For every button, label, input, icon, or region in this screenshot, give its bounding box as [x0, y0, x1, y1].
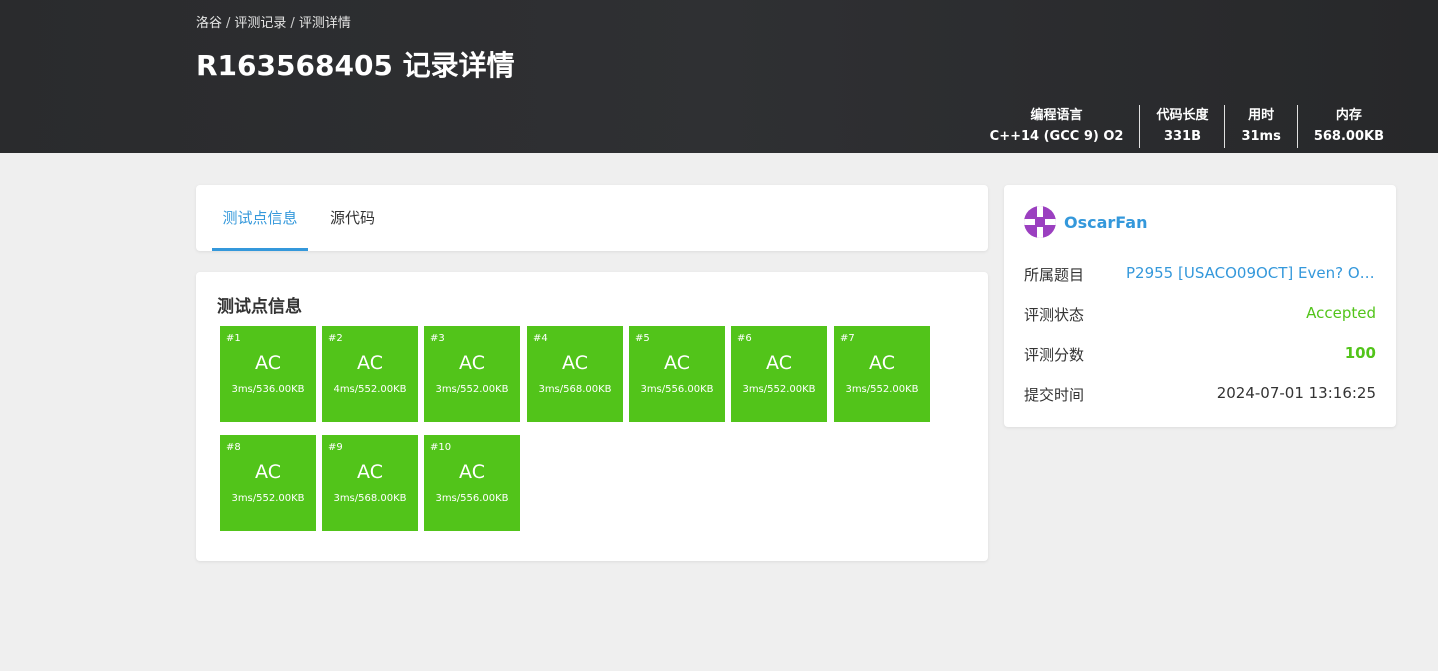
breadcrumb: 洛谷 / 评测记录 / 评测详情 — [196, 12, 351, 31]
breadcrumb-separator: / — [226, 16, 231, 31]
testcase-number: #2 — [328, 333, 343, 344]
testcase-status: AC — [357, 461, 383, 483]
page-header: 洛谷 / 评测记录 / 评测详情 R163568405 记录详情 编程语言 C++14 … — [0, 0, 1438, 153]
score-value: 100 — [1344, 344, 1376, 362]
info-label: 提交时间 — [1024, 386, 1085, 404]
testcase-tile[interactable]: #4 AC 3ms/568.00KB — [527, 326, 623, 422]
testcase-number: #3 — [430, 333, 445, 344]
tab-testcases[interactable]: 测试点信息 — [212, 185, 308, 251]
status-value: Accepted — [1306, 304, 1376, 322]
testcase-tile[interactable]: #10 AC 3ms/556.00KB — [424, 435, 520, 531]
testcase-tile[interactable]: #7 AC 3ms/552.00KB — [834, 326, 930, 422]
breadcrumb-current[interactable]: 评测详情 — [299, 16, 351, 31]
problem-link[interactable]: P2955 [USACO09OCT] Even? Odd? G — [1126, 264, 1376, 282]
record-info-card: OscarFan 所属题目 P2955 [USACO09OCT] Even? O… — [1004, 185, 1396, 427]
testcase-info: 3ms/552.00KB — [435, 384, 509, 395]
stat-value: 31ms — [1241, 128, 1281, 144]
testcase-info: 3ms/556.00KB — [640, 384, 714, 395]
info-row-submit-time: 提交时间 2024-07-01 13:16:25 — [1024, 384, 1376, 408]
stat-label: 代码长度 — [1156, 107, 1209, 123]
testcase-info: 3ms/552.00KB — [231, 493, 305, 504]
testcase-info: 3ms/556.00KB — [435, 493, 509, 504]
testcase-number: #7 — [840, 333, 855, 344]
stat-label: 编程语言 — [1030, 107, 1083, 123]
username-link[interactable]: OscarFan — [1064, 213, 1147, 232]
testcase-number: #4 — [533, 333, 548, 344]
testcase-status: AC — [255, 461, 281, 483]
testcase-status: AC — [459, 461, 485, 483]
page-title: R163568405 记录详情 — [196, 49, 515, 82]
stat-memory: 内存 568.00KB — [1296, 105, 1400, 148]
info-row-score: 评测分数 100 — [1024, 344, 1376, 368]
testcase-tile[interactable]: #2 AC 4ms/552.00KB — [322, 326, 418, 422]
testcase-info: 3ms/552.00KB — [742, 384, 816, 395]
tabs-card: 测试点信息 源代码 — [196, 185, 988, 251]
testcase-info: 3ms/568.00KB — [538, 384, 612, 395]
stat-value: 568.00KB — [1313, 128, 1384, 144]
testcase-status: AC — [664, 352, 690, 374]
testcase-info: 3ms/552.00KB — [845, 384, 919, 395]
testcase-tile[interactable]: #6 AC 3ms/552.00KB — [731, 326, 827, 422]
testcase-status: AC — [357, 352, 383, 374]
testcase-status: AC — [766, 352, 792, 374]
testcase-status: AC — [255, 352, 281, 374]
info-row-problem: 所属题目 P2955 [USACO09OCT] Even? Odd? G — [1024, 264, 1376, 288]
testcase-tile[interactable]: #3 AC 3ms/552.00KB — [424, 326, 520, 422]
info-row-status: 评测状态 Accepted — [1024, 304, 1376, 328]
stat-language: 编程语言 C++14 (GCC 9) O2 — [974, 105, 1140, 148]
testcase-number: #8 — [226, 442, 241, 453]
testcase-number: #6 — [737, 333, 752, 344]
testcase-status: AC — [869, 352, 895, 374]
info-label: 评测状态 — [1024, 306, 1085, 324]
testcase-tile[interactable]: #8 AC 3ms/552.00KB — [220, 435, 316, 531]
testcase-number: #5 — [635, 333, 650, 344]
breadcrumb-separator: / — [290, 16, 295, 31]
testcases-card: 测试点信息 #1 AC 3ms/536.00KB #2 AC 4ms/552.0… — [196, 272, 988, 561]
stat-time: 用时 31ms — [1224, 105, 1296, 148]
avatar-pattern — [1037, 227, 1043, 238]
testcases-title: 测试点信息 — [217, 297, 302, 317]
testcase-number: #10 — [430, 442, 452, 453]
breadcrumb-home[interactable]: 洛谷 — [196, 16, 222, 31]
breadcrumb-records[interactable]: 评测记录 — [234, 16, 286, 31]
testcase-info: 4ms/552.00KB — [333, 384, 407, 395]
avatar-pattern — [1037, 206, 1043, 217]
avatar-pattern — [1045, 219, 1056, 225]
testcase-info: 3ms/568.00KB — [333, 493, 407, 504]
avatar-pattern — [1024, 219, 1035, 225]
info-label: 所属题目 — [1024, 266, 1085, 284]
testcase-number: #9 — [328, 442, 343, 453]
testcase-number: #1 — [226, 333, 241, 344]
user-avatar-icon[interactable] — [1024, 206, 1056, 238]
testcase-status: AC — [459, 352, 485, 374]
stat-label: 内存 — [1335, 107, 1362, 123]
testcase-info: 3ms/536.00KB — [231, 384, 305, 395]
testcase-tile[interactable]: #9 AC 3ms/568.00KB — [322, 435, 418, 531]
testcase-status: AC — [562, 352, 588, 374]
info-label: 评测分数 — [1024, 346, 1085, 364]
testcase-tile[interactable]: #5 AC 3ms/556.00KB — [629, 326, 725, 422]
stat-value: C++14 (GCC 9) O2 — [989, 128, 1124, 144]
submit-time-value: 2024-07-01 13:16:25 — [1216, 384, 1376, 402]
testcase-tile[interactable]: #1 AC 3ms/536.00KB — [220, 326, 316, 422]
stat-code-length: 代码长度 331B — [1139, 105, 1224, 148]
record-stats: 编程语言 C++14 (GCC 9) O2 代码长度 331B 用时 31ms … — [974, 105, 1400, 148]
stat-value: 331B — [1163, 128, 1201, 144]
tab-source-code[interactable]: 源代码 — [330, 185, 375, 251]
stat-label: 用时 — [1248, 107, 1275, 123]
